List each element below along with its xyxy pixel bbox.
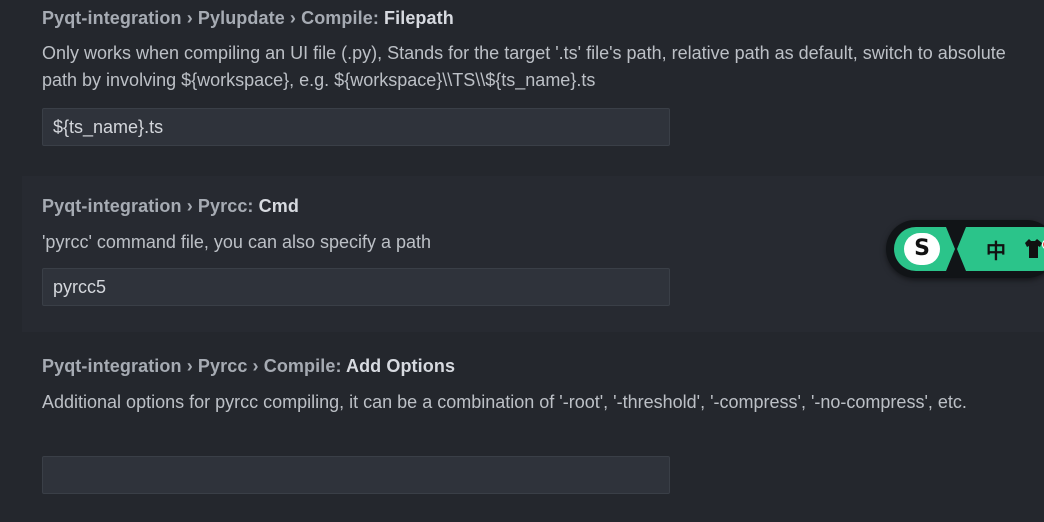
setting-title: Pyqt-integration › Pyrcc: Cmd <box>42 196 299 217</box>
ime-language-toggle[interactable]: 中 <box>986 235 1006 264</box>
ime-toolbar[interactable]: S 中 <box>886 220 1044 278</box>
add-options-input[interactable] <box>42 456 670 494</box>
setting-pylupdate-compile-filepath: Pyqt-integration › Pylupdate › Compile: … <box>22 0 1044 160</box>
setting-title-key: Filepath <box>384 8 454 28</box>
ime-divider <box>946 227 966 271</box>
setting-title-prefix: Pyqt-integration › Pyrcc: <box>42 196 259 216</box>
setting-description: Only works when compiling an UI file (.p… <box>42 43 1006 90</box>
setting-description: Additional options for pyrcc compiling, … <box>42 392 967 412</box>
shirt-icon[interactable] <box>1024 237 1042 259</box>
setting-title-prefix: Pyqt-integration › Pyrcc › Compile: <box>42 356 346 376</box>
settings-page: Pyqt-integration › Pylupdate › Compile: … <box>0 0 1044 522</box>
filepath-input[interactable] <box>42 108 670 146</box>
setting-title: Pyqt-integration › Pyrcc › Compile: Add … <box>42 356 455 377</box>
pyrcc-cmd-input[interactable] <box>42 268 670 306</box>
setting-title-key: Cmd <box>258 196 299 216</box>
ime-logo-icon[interactable]: S <box>904 233 940 265</box>
setting-title: Pyqt-integration › Pylupdate › Compile: … <box>42 8 454 29</box>
setting-pyrcc-compile-add-options: Pyqt-integration › Pyrcc › Compile: Add … <box>22 338 1044 522</box>
setting-title-key: Add Options <box>345 356 456 376</box>
setting-description: 'pyrcc' command file, you can also speci… <box>42 232 432 252</box>
setting-title-prefix: Pyqt-integration › Pylupdate › Compile: <box>42 8 385 28</box>
ime-toolbar-body: S 中 <box>894 227 1044 271</box>
